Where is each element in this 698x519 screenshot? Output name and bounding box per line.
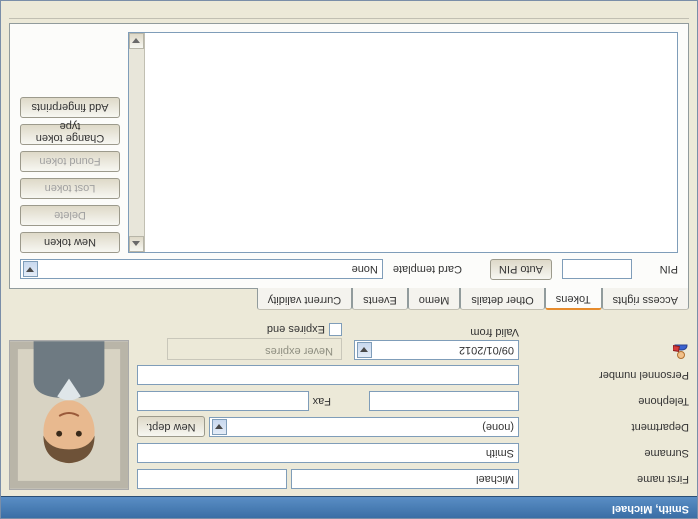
- person-icon: [673, 344, 689, 360]
- tokens-body: New token Delete Lost token Found token …: [20, 32, 678, 253]
- valid-from-label: Valid from: [354, 326, 519, 338]
- person-icon-cell: [519, 341, 689, 360]
- surname-label: Surname: [519, 447, 689, 459]
- found-token-button[interactable]: Found token: [20, 151, 120, 172]
- scroll-down-icon[interactable]: [129, 33, 144, 49]
- tokens-panel: PIN Auto PIN Card template None New: [9, 23, 689, 289]
- card-template-select[interactable]: None: [20, 260, 383, 280]
- telephone-label: Telephone: [519, 395, 689, 407]
- personnel-number-label: Personnel number: [519, 369, 689, 381]
- tab-access-rights[interactable]: Access rights: [602, 288, 689, 310]
- lost-token-button[interactable]: Lost token: [20, 178, 120, 199]
- pin-input[interactable]: [562, 260, 632, 280]
- personnel-number-input[interactable]: [137, 365, 519, 385]
- scrollbar[interactable]: [129, 33, 145, 252]
- new-token-button[interactable]: New token: [20, 232, 120, 253]
- card-template-value: None: [352, 264, 378, 276]
- fax-input[interactable]: [137, 391, 309, 411]
- first-name-label: First name: [519, 473, 689, 485]
- scroll-up-icon[interactable]: [129, 236, 144, 252]
- auto-pin-button[interactable]: Auto PIN: [490, 259, 552, 280]
- token-side-buttons: New token Delete Lost token Found token …: [20, 32, 120, 253]
- footer-area: [9, 5, 689, 19]
- pin-label: PIN: [642, 264, 678, 276]
- tab-memo[interactable]: Memo: [408, 288, 461, 310]
- expires-end-checkbox[interactable]: [329, 323, 342, 336]
- user-editor-window: Smith, Michael First name Surname: [0, 0, 698, 519]
- surname-input[interactable]: [137, 443, 519, 463]
- first-name-input[interactable]: [291, 469, 519, 489]
- change-token-type-button[interactable]: Change token type: [20, 124, 120, 145]
- add-fingerprints-button[interactable]: Add fingerprints: [20, 97, 120, 118]
- tab-other-details[interactable]: Other details: [460, 288, 544, 310]
- new-dept-button[interactable]: New dept.: [137, 417, 205, 438]
- expires-end-label: Expires end: [267, 324, 325, 336]
- first-name-extra-input[interactable]: [137, 469, 287, 489]
- tab-events[interactable]: Events: [352, 288, 408, 310]
- chevron-down-icon: [212, 419, 227, 435]
- content-area: First name Surname Department: [1, 1, 697, 496]
- chevron-down-icon: [23, 262, 38, 278]
- delete-button[interactable]: Delete: [20, 205, 120, 226]
- valid-from-date[interactable]: 09/01/2012: [354, 340, 519, 360]
- telephone-input[interactable]: [369, 391, 519, 411]
- never-expires-text: Never expires: [172, 339, 337, 359]
- tokens-top-row: PIN Auto PIN Card template None: [20, 259, 678, 280]
- department-select[interactable]: (none): [209, 417, 519, 437]
- valid-from-value: 09/01/2012: [459, 344, 514, 356]
- department-value: (none): [482, 421, 514, 433]
- tab-current-validity[interactable]: Current validity: [257, 288, 352, 310]
- window-title: Smith, Michael: [1, 496, 697, 518]
- fax-label: Fax: [313, 395, 331, 407]
- tab-strip: Access rights Tokens Other details Memo …: [9, 288, 689, 310]
- chevron-down-icon: [357, 342, 372, 358]
- token-listbox[interactable]: [128, 32, 678, 253]
- card-template-label: Card template: [393, 264, 462, 276]
- tab-tokens[interactable]: Tokens: [545, 288, 602, 310]
- details-fields: First name Surname Department: [137, 319, 689, 490]
- details-section: First name Surname Department: [9, 319, 689, 490]
- department-label: Department: [519, 421, 689, 433]
- user-photo[interactable]: [9, 340, 129, 490]
